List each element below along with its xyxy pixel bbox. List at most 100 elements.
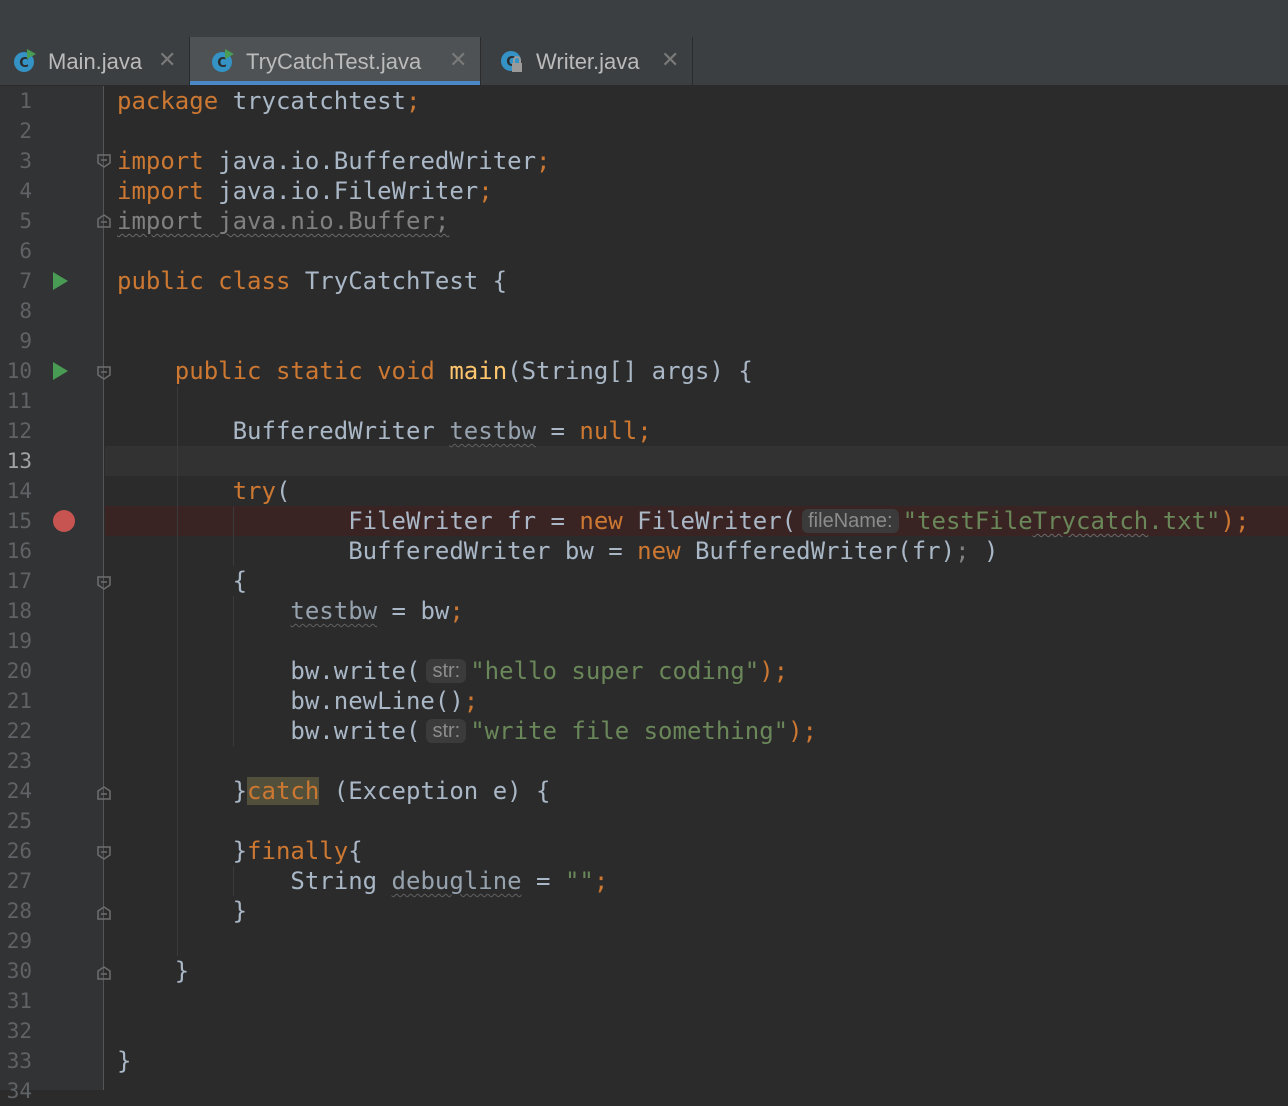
tab-writer-java[interactable]: C Writer.java ✕ bbox=[481, 37, 693, 85]
code-line-30[interactable]: } bbox=[117, 956, 189, 986]
keyword: try bbox=[232, 477, 276, 505]
line-number: 9 bbox=[19, 329, 32, 353]
punctuation: } bbox=[232, 897, 248, 925]
code-line-5[interactable]: import java.nio.Buffer; bbox=[117, 206, 449, 236]
line-number: 29 bbox=[6, 929, 32, 953]
breakpoint-icon[interactable] bbox=[53, 510, 75, 532]
punctuation: ; bbox=[406, 87, 421, 115]
line-number-current: 13 bbox=[6, 449, 32, 473]
code-line-3[interactable]: import java.io.BufferedWriter; bbox=[117, 146, 551, 176]
line-number: 4 bbox=[19, 179, 32, 203]
line-number: 8 bbox=[19, 299, 32, 323]
line-number: 26 bbox=[6, 839, 32, 863]
punctuation: ); bbox=[788, 717, 818, 745]
code-line-16[interactable]: BufferedWriter bw = new BufferedWriter(f… bbox=[117, 536, 998, 566]
keyword: finally bbox=[247, 837, 349, 865]
string: Trycatch bbox=[1032, 507, 1149, 535]
code-line-26[interactable]: }finally{ bbox=[117, 836, 363, 866]
fold-start-icon[interactable] bbox=[97, 154, 111, 168]
line-number: 23 bbox=[6, 749, 32, 773]
identifier: bw.newLine() bbox=[290, 687, 464, 715]
code-line-22[interactable]: bw.write(str: "write file something"); bbox=[117, 716, 817, 746]
fold-start-icon[interactable] bbox=[97, 846, 111, 860]
code-editor[interactable]: 1 2 3 4 5 6 7 8 9 10 11 12 13 14 15 16 1… bbox=[0, 86, 1288, 1103]
close-icon[interactable]: ✕ bbox=[449, 47, 467, 73]
string: "" bbox=[564, 867, 594, 895]
code-line-21[interactable]: bw.newLine(); bbox=[117, 686, 478, 716]
line-number: 7 bbox=[19, 269, 32, 293]
line-number: 17 bbox=[6, 569, 32, 593]
java-class-run-icon: C bbox=[14, 49, 36, 72]
fold-end-icon[interactable] bbox=[97, 786, 111, 800]
code-line-17[interactable]: { bbox=[117, 566, 247, 596]
code-line-10[interactable]: public static void main(String[] args) { bbox=[117, 356, 753, 386]
keyword: package bbox=[117, 87, 219, 115]
type: BufferedWriter bbox=[232, 417, 450, 445]
identifier: debugline bbox=[391, 867, 522, 895]
fold-end-icon[interactable] bbox=[97, 214, 111, 228]
punctuation: ; bbox=[478, 177, 493, 205]
punctuation: ( bbox=[275, 477, 291, 505]
punctuation: ) bbox=[969, 537, 999, 565]
keyword: public static void bbox=[174, 357, 435, 385]
code-line-24[interactable]: }catch (Exception e) { bbox=[117, 776, 550, 806]
punctuation: } bbox=[232, 837, 248, 865]
punctuation: ; bbox=[955, 537, 970, 565]
keyword: public class bbox=[117, 267, 291, 295]
identifier: trycatchtest bbox=[218, 87, 406, 115]
keyword: import bbox=[117, 147, 204, 175]
keyword: new bbox=[637, 537, 681, 565]
string: "write file something" bbox=[470, 717, 789, 745]
punctuation: ; bbox=[593, 867, 609, 895]
line-number: 28 bbox=[6, 899, 32, 923]
identifier: BufferedWriter bw = bbox=[348, 537, 638, 565]
fold-end-icon[interactable] bbox=[97, 906, 111, 920]
line-number: 2 bbox=[19, 119, 32, 143]
code-line-12[interactable]: BufferedWriter testbw = null; bbox=[117, 416, 652, 446]
code-line-4[interactable]: import java.io.FileWriter; bbox=[117, 176, 493, 206]
code-line-20[interactable]: bw.write(str: "hello super coding"); bbox=[117, 656, 788, 686]
method-name: main bbox=[449, 357, 508, 385]
fold-start-icon[interactable] bbox=[97, 576, 111, 590]
run-main-icon[interactable] bbox=[53, 362, 68, 380]
line-number: 19 bbox=[6, 629, 32, 653]
parameter-hint: fileName: bbox=[802, 509, 899, 533]
close-icon[interactable]: ✕ bbox=[661, 47, 679, 73]
code-line-18[interactable]: testbw = bw; bbox=[117, 596, 463, 626]
code-line-27[interactable]: String debugline = ""; bbox=[117, 866, 608, 896]
line-number: 15 bbox=[6, 509, 32, 533]
code-line-33[interactable]: } bbox=[117, 1046, 131, 1076]
string: "hello super coding" bbox=[470, 657, 760, 685]
line-number: 25 bbox=[6, 809, 32, 833]
tab-label: Writer.java bbox=[536, 49, 640, 74]
identifier: FileWriter fr = bbox=[348, 507, 580, 535]
close-icon[interactable]: ✕ bbox=[158, 47, 176, 73]
identifier: bw.write( bbox=[290, 717, 421, 745]
tab-label: TryCatchTest.java bbox=[246, 49, 422, 74]
identifier: (String[] args) { bbox=[507, 357, 753, 385]
string: .txt" bbox=[1148, 507, 1221, 535]
keyword: catch bbox=[247, 777, 320, 805]
code-line-1[interactable]: package trycatchtest; bbox=[117, 86, 420, 116]
editor-gutter[interactable]: 1 2 3 4 5 6 7 8 9 10 11 12 13 14 15 16 1… bbox=[0, 86, 111, 1103]
code-line-7[interactable]: public class TryCatchTest { bbox=[117, 266, 507, 296]
java-class-locked-icon: C bbox=[501, 51, 522, 72]
code-line-15[interactable]: FileWriter fr = new FileWriter(fileName:… bbox=[117, 506, 1249, 536]
tab-main-java[interactable]: C Main.java ✕ bbox=[0, 37, 190, 85]
identifier: java.io.BufferedWriter bbox=[203, 147, 537, 175]
line-number: 31 bbox=[6, 989, 32, 1013]
code-line-28[interactable]: } bbox=[117, 896, 247, 926]
parameter-hint: str: bbox=[426, 659, 467, 683]
java-class-run-icon: C bbox=[212, 49, 234, 72]
run-class-icon[interactable] bbox=[53, 272, 68, 290]
tab-trycatchtest-java[interactable]: C TryCatchTest.java ✕ bbox=[190, 37, 481, 85]
identifier: BufferedWriter(fr) bbox=[680, 537, 956, 565]
window-title-bar bbox=[0, 0, 1288, 38]
fold-start-icon[interactable] bbox=[97, 366, 111, 380]
punctuation: { bbox=[348, 837, 363, 865]
line-number: 10 bbox=[6, 359, 32, 383]
tab-label: Main.java bbox=[48, 49, 143, 74]
code-line-14[interactable]: try( bbox=[117, 476, 291, 506]
fold-end-icon[interactable] bbox=[97, 966, 111, 980]
unused-import: import java.nio.Buffer; bbox=[117, 207, 450, 235]
